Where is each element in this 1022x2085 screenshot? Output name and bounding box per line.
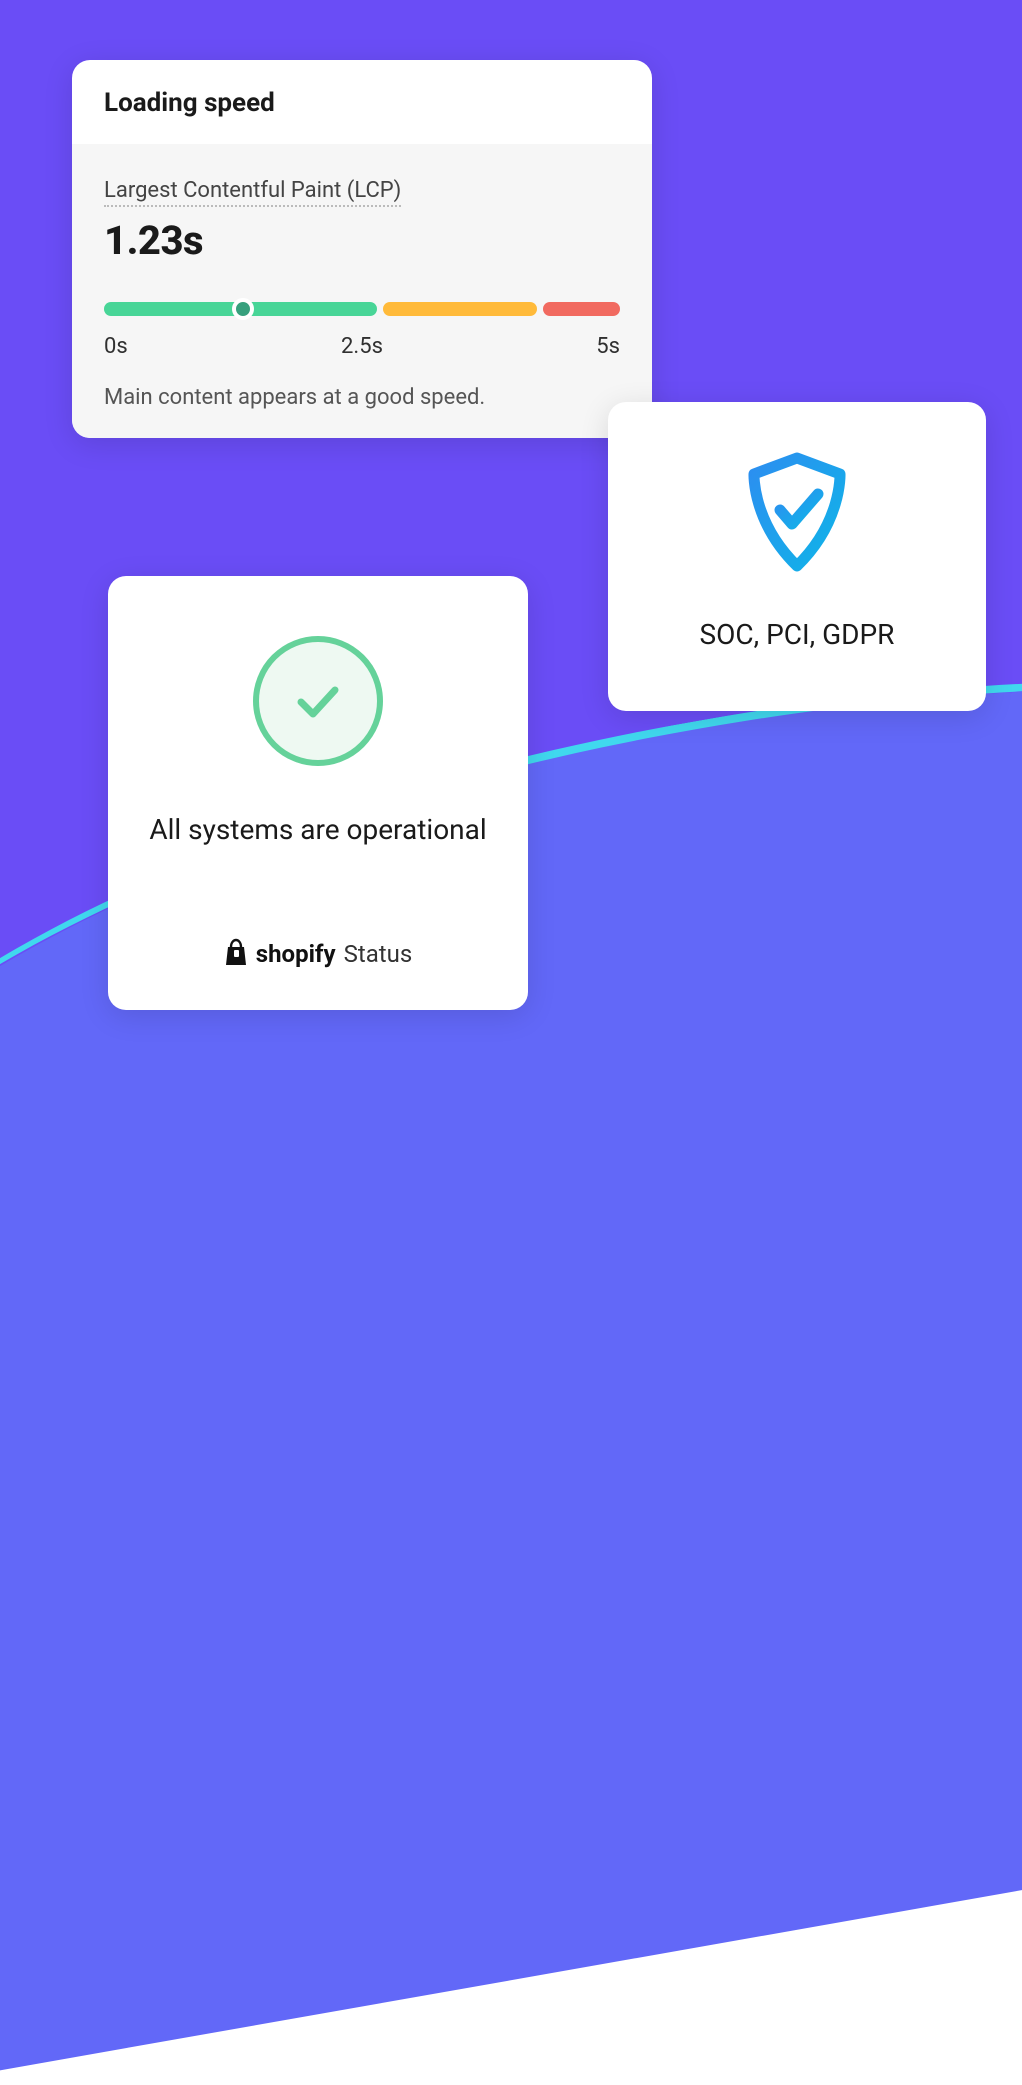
speed-bar [104,302,620,316]
speed-bar-needs-improvement [383,302,538,316]
status-ok-icon [253,636,383,766]
loading-speed-body: Largest Contentful Paint (LCP) 1.23s 0s … [72,144,652,438]
speed-bar-poor [543,302,620,316]
lcp-label: Largest Contentful Paint (LCP) [104,178,401,207]
shield-check-icon [632,452,962,572]
shopify-wordmark: shopify [256,940,336,968]
speed-ticks: 0s 2.5s 5s [104,334,620,359]
tick-end: 5s [596,334,620,359]
tick-start: 0s [104,334,128,359]
loading-speed-title: Loading speed [104,88,620,118]
loading-speed-card: Loading speed Largest Contentful Paint (… [72,60,652,438]
speed-marker [232,298,254,320]
status-card: All systems are operational shopify Stat… [108,576,528,1010]
compliance-card: SOC, PCI, GDPR [608,402,986,711]
tick-mid: 2.5s [341,334,383,359]
status-suffix: Status [344,940,413,968]
compliance-text: SOC, PCI, GDPR [632,618,962,651]
status-footer: shopify Status [138,938,498,970]
lcp-value: 1.23s [104,217,620,264]
status-text: All systems are operational [138,812,498,848]
loading-speed-header: Loading speed [72,60,652,144]
shopify-bag-icon [224,938,248,970]
speed-description: Main content appears at a good speed. [104,385,620,410]
